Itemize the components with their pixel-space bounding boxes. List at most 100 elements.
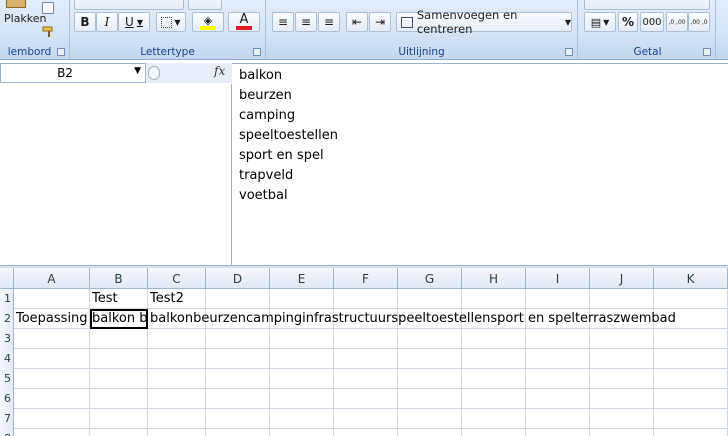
row-header[interactable]: 1 bbox=[0, 289, 14, 309]
currency-button[interactable]: ▤ ▼ bbox=[584, 12, 616, 32]
cell-g4[interactable] bbox=[398, 349, 462, 369]
cell-b8[interactable] bbox=[90, 429, 148, 436]
font-name-box[interactable] bbox=[74, 0, 184, 10]
copy-icon[interactable] bbox=[42, 2, 54, 14]
decrease-indent-button[interactable]: ⇤ bbox=[346, 12, 368, 32]
cell-a7[interactable] bbox=[14, 409, 90, 429]
cell-e8[interactable] bbox=[270, 429, 334, 436]
cell-c5[interactable] bbox=[148, 369, 206, 389]
decrease-decimal-button[interactable]: ,00 ,0 bbox=[688, 12, 710, 32]
formula-input[interactable]: balkon beurzen camping speeltoestellen sport… bbox=[232, 63, 728, 265]
cell-j8[interactable] bbox=[590, 429, 654, 436]
cell-b4[interactable] bbox=[90, 349, 148, 369]
cell-k3[interactable] bbox=[654, 329, 728, 349]
cell-h4[interactable] bbox=[462, 349, 526, 369]
clipboard-dialog-launcher[interactable] bbox=[57, 48, 65, 56]
cell-a3[interactable] bbox=[14, 329, 90, 349]
cell-e4[interactable] bbox=[270, 349, 334, 369]
cell-d3[interactable] bbox=[206, 329, 270, 349]
cell-i8[interactable] bbox=[526, 429, 590, 436]
cell-j4[interactable] bbox=[590, 349, 654, 369]
increase-indent-button[interactable]: ⇥ bbox=[369, 12, 391, 32]
cell-j6[interactable] bbox=[590, 389, 654, 409]
paste-button[interactable]: Plakken bbox=[0, 0, 47, 34]
cell-g8[interactable] bbox=[398, 429, 462, 436]
font-size-box[interactable] bbox=[188, 0, 222, 10]
row-header[interactable]: 4 bbox=[0, 349, 14, 369]
row-header[interactable]: 5 bbox=[0, 369, 14, 389]
cell-e6[interactable] bbox=[270, 389, 334, 409]
alignment-dialog-launcher[interactable] bbox=[565, 48, 573, 56]
cell-d5[interactable] bbox=[206, 369, 270, 389]
cell-c2[interactable]: balkonbeurzencampinginfrastructuurspeelt… bbox=[148, 309, 676, 329]
font-color-button[interactable]: A bbox=[228, 12, 260, 32]
format-painter-icon[interactable] bbox=[42, 22, 56, 37]
cell-a5[interactable] bbox=[14, 369, 90, 389]
align-center-button[interactable]: ≡ bbox=[295, 12, 317, 32]
cell-a4[interactable] bbox=[14, 349, 90, 369]
cell-f8[interactable] bbox=[334, 429, 398, 436]
cell-f7[interactable] bbox=[334, 409, 398, 429]
cell-b5[interactable] bbox=[90, 369, 148, 389]
column-header-a[interactable]: A bbox=[14, 268, 90, 289]
insert-function-icon[interactable]: fx bbox=[214, 64, 225, 78]
cell-c1[interactable]: Test2 bbox=[148, 289, 206, 309]
cell-h1[interactable] bbox=[462, 289, 526, 309]
cell-e1[interactable] bbox=[270, 289, 334, 309]
column-header-h[interactable]: H bbox=[462, 268, 526, 289]
cell-k1[interactable] bbox=[654, 289, 728, 309]
bold-button[interactable]: B bbox=[74, 12, 96, 32]
cell-h6[interactable] bbox=[462, 389, 526, 409]
row-header[interactable]: 6 bbox=[0, 389, 14, 409]
column-header-b[interactable]: B bbox=[90, 268, 148, 289]
cell-g1[interactable] bbox=[398, 289, 462, 309]
cell-g6[interactable] bbox=[398, 389, 462, 409]
cell-c8[interactable] bbox=[148, 429, 206, 436]
expand-formula-handle[interactable] bbox=[148, 66, 160, 80]
cell-b3[interactable] bbox=[90, 329, 148, 349]
cell-j1[interactable] bbox=[590, 289, 654, 309]
cell-e3[interactable] bbox=[270, 329, 334, 349]
percent-button[interactable]: % bbox=[618, 12, 638, 32]
cell-d4[interactable] bbox=[206, 349, 270, 369]
cell-f6[interactable] bbox=[334, 389, 398, 409]
cell-k8[interactable] bbox=[654, 429, 728, 436]
chevron-down-icon[interactable]: ▼ bbox=[134, 66, 141, 76]
name-box[interactable]: B2 ▼ bbox=[0, 63, 146, 83]
cell-c6[interactable] bbox=[148, 389, 206, 409]
cell-i3[interactable] bbox=[526, 329, 590, 349]
cell-h8[interactable] bbox=[462, 429, 526, 436]
cell-d7[interactable] bbox=[206, 409, 270, 429]
column-header-d[interactable]: D bbox=[206, 268, 270, 289]
column-header-j[interactable]: J bbox=[590, 268, 654, 289]
cell-f3[interactable] bbox=[334, 329, 398, 349]
cell-c3[interactable] bbox=[148, 329, 206, 349]
align-right-button[interactable]: ≡ bbox=[318, 12, 340, 32]
cell-k7[interactable] bbox=[654, 409, 728, 429]
cell-e7[interactable] bbox=[270, 409, 334, 429]
cell-h3[interactable] bbox=[462, 329, 526, 349]
cell-g5[interactable] bbox=[398, 369, 462, 389]
cell-d6[interactable] bbox=[206, 389, 270, 409]
cell-j7[interactable] bbox=[590, 409, 654, 429]
cell-b1[interactable]: Test bbox=[90, 289, 148, 309]
fill-color-button[interactable]: ◈ bbox=[192, 12, 224, 32]
merge-center-button[interactable]: Samenvoegen en centreren ▼ bbox=[396, 8, 572, 36]
column-header-e[interactable]: E bbox=[270, 268, 334, 289]
underline-button[interactable]: U ▼ bbox=[118, 12, 150, 32]
cell-j5[interactable] bbox=[590, 369, 654, 389]
font-dialog-launcher[interactable] bbox=[253, 48, 261, 56]
row-header[interactable]: 8 bbox=[0, 429, 14, 436]
cell-k6[interactable] bbox=[654, 389, 728, 409]
cell-g7[interactable] bbox=[398, 409, 462, 429]
cell-b2[interactable]: balkon beurzen bbox=[90, 309, 148, 329]
borders-button[interactable]: ▼ bbox=[156, 12, 186, 32]
cell-a1[interactable] bbox=[14, 289, 90, 309]
italic-button[interactable]: I bbox=[96, 12, 118, 32]
cell-c4[interactable] bbox=[148, 349, 206, 369]
cell-d8[interactable] bbox=[206, 429, 270, 436]
cell-i6[interactable] bbox=[526, 389, 590, 409]
column-header-g[interactable]: G bbox=[398, 268, 462, 289]
cell-f4[interactable] bbox=[334, 349, 398, 369]
cell-f1[interactable] bbox=[334, 289, 398, 309]
